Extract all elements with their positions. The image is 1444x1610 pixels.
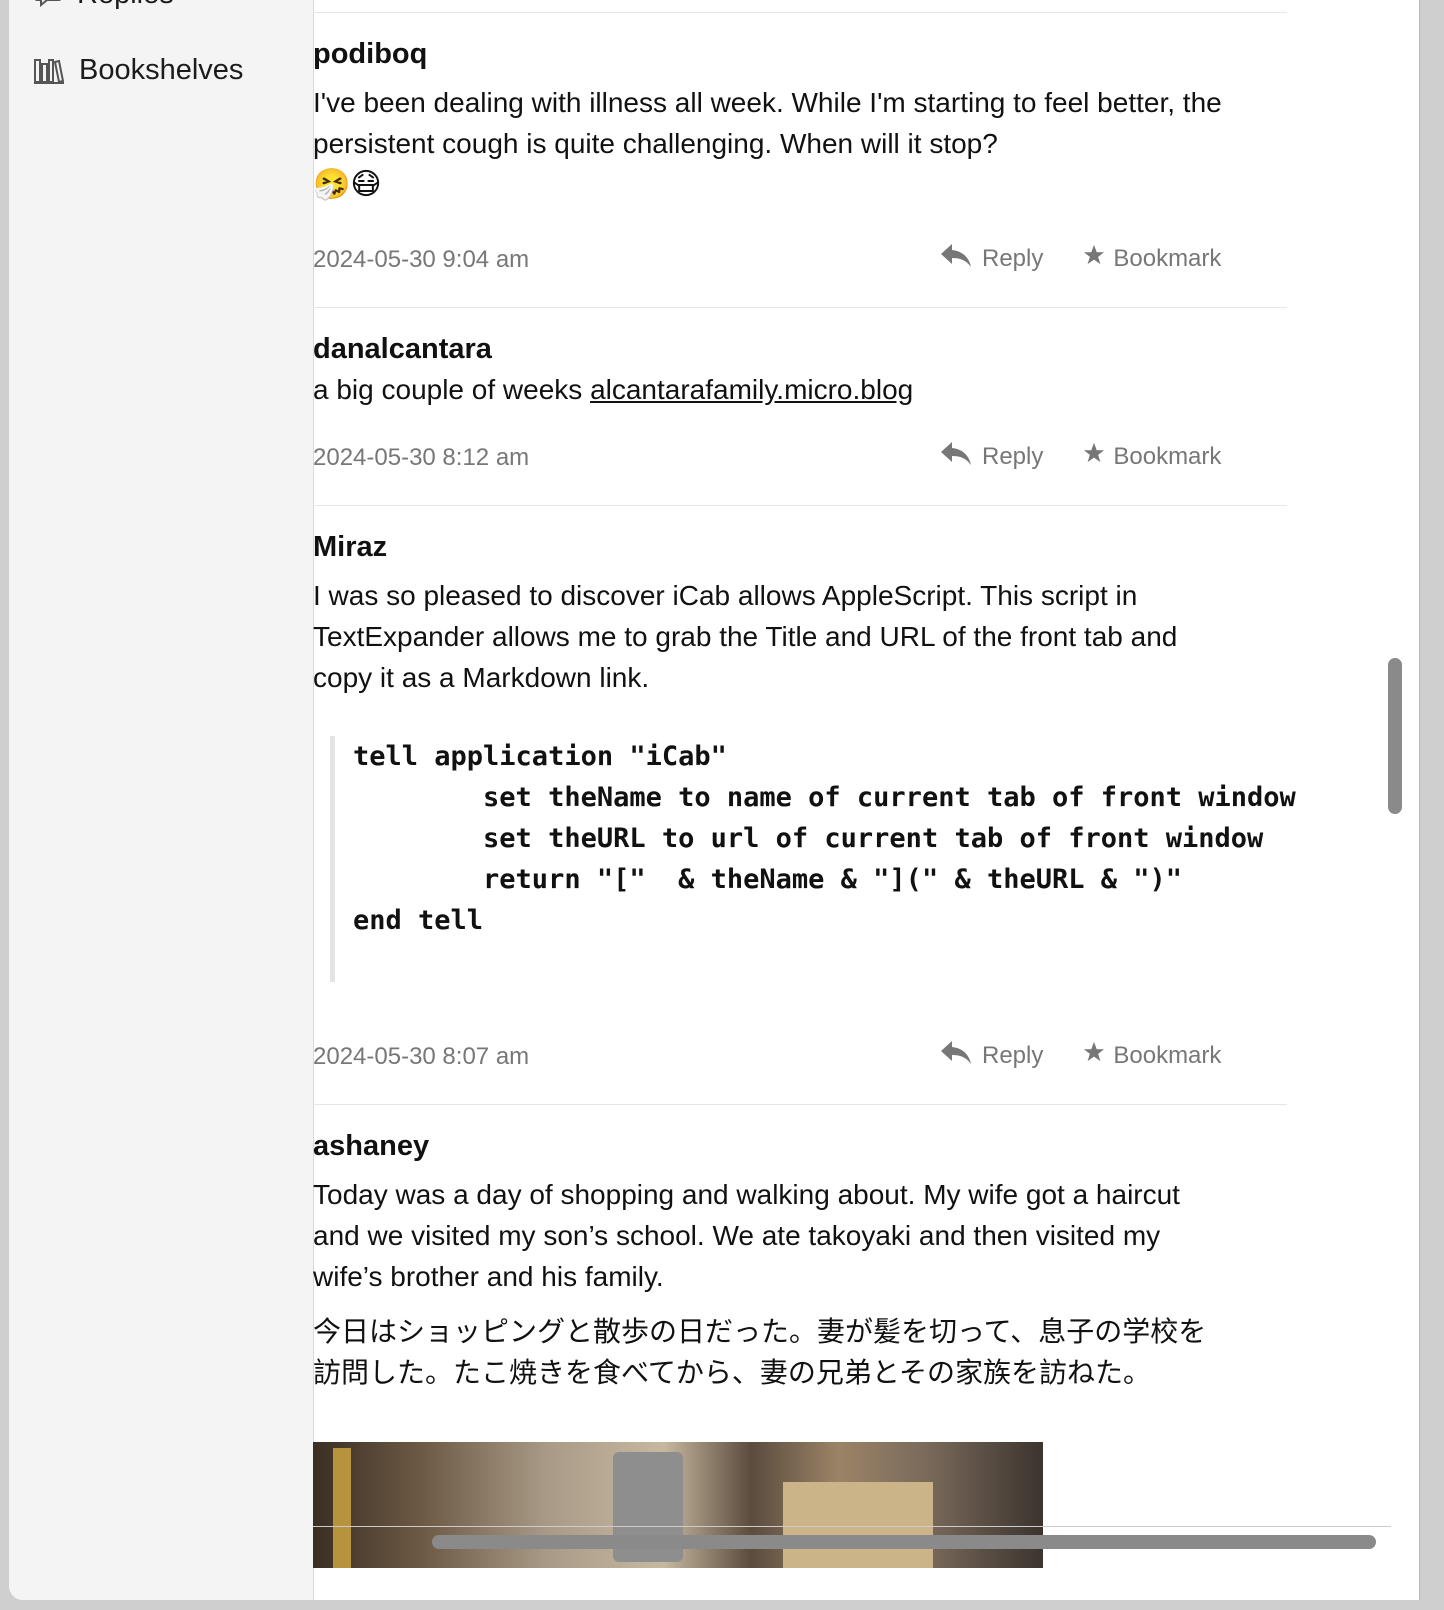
sidebar-item-bookshelves[interactable]: Bookshelves <box>33 54 243 87</box>
bookmark-button[interactable]: Bookmark <box>1083 1041 1221 1070</box>
sidebar-item-replies[interactable]: Replies <box>33 0 174 11</box>
code-blockquote: tell application "iCab" set theName to n… <box>330 736 1405 982</box>
horizontal-scrollbar-thumb[interactable] <box>432 1535 1376 1549</box>
post-photo[interactable] <box>313 1442 1043 1568</box>
speech-bubble-icon <box>33 0 63 10</box>
photo-detail <box>783 1482 933 1568</box>
reply-button[interactable]: Reply <box>940 1039 1043 1072</box>
star-icon <box>1083 442 1105 471</box>
post-author[interactable]: danalcantara <box>313 333 492 366</box>
sidebar-item-label: Bookshelves <box>79 54 244 86</box>
post-author[interactable]: ashaney <box>313 1130 429 1163</box>
reply-icon <box>940 242 972 275</box>
horizontal-scroll-track <box>313 1526 1391 1527</box>
post-actions: Reply Bookmark <box>940 1039 1221 1072</box>
code-block: tell application "iCab" set theName to n… <box>353 741 1296 936</box>
sidebar: Replies Bookshelves <box>9 0 314 1600</box>
star-icon <box>1083 244 1105 273</box>
post-emoji: 🤧😷 <box>313 168 382 201</box>
post-date[interactable]: 2024-05-30 8:07 am <box>313 1043 529 1071</box>
post-author[interactable]: Miraz <box>313 531 387 564</box>
post-text-japanese: 今日はショッピングと散歩の日だった。妻が髪を切って、息子の学校を訪問した。たこ焼… <box>313 1316 1207 1388</box>
post-actions: Reply Bookmark <box>940 242 1221 275</box>
sidebar-item-label: Replies <box>77 0 174 11</box>
reply-icon <box>940 1039 972 1072</box>
post-date[interactable]: 2024-05-30 8:12 am <box>313 444 529 472</box>
bookmark-button[interactable]: Bookmark <box>1083 244 1221 273</box>
post-divider <box>313 307 1287 308</box>
post-divider <box>313 12 1287 13</box>
reply-button[interactable]: Reply <box>940 242 1043 275</box>
post-text: I was so pleased to discover iCab allows… <box>313 580 1178 693</box>
vertical-scrollbar-thumb[interactable] <box>1388 658 1402 814</box>
post-divider <box>313 1104 1287 1105</box>
reply-button[interactable]: Reply <box>940 440 1043 473</box>
bookmark-button[interactable]: Bookmark <box>1083 442 1221 471</box>
timeline: podiboq I've been dealing with illness a… <box>313 0 1405 1568</box>
post-divider <box>313 505 1287 506</box>
post-text: Today was a day of shopping and walking … <box>313 1179 1180 1292</box>
post-actions: Reply Bookmark <box>940 440 1221 473</box>
bookshelves-icon <box>33 56 65 86</box>
reply-icon <box>940 440 972 473</box>
post-date[interactable]: 2024-05-30 9:04 am <box>313 246 529 274</box>
star-icon <box>1083 1041 1105 1070</box>
post-text: a big couple of weeks alcantarafamily.mi… <box>313 374 914 405</box>
app-window: Replies Bookshelves podiboq I've been de… <box>9 0 1420 1600</box>
post-text: I've been dealing with illness all week.… <box>313 87 1222 201</box>
post-link[interactable]: alcantarafamily.micro.blog <box>590 374 913 405</box>
post-author[interactable]: podiboq <box>313 38 427 71</box>
photo-detail <box>333 1448 351 1568</box>
